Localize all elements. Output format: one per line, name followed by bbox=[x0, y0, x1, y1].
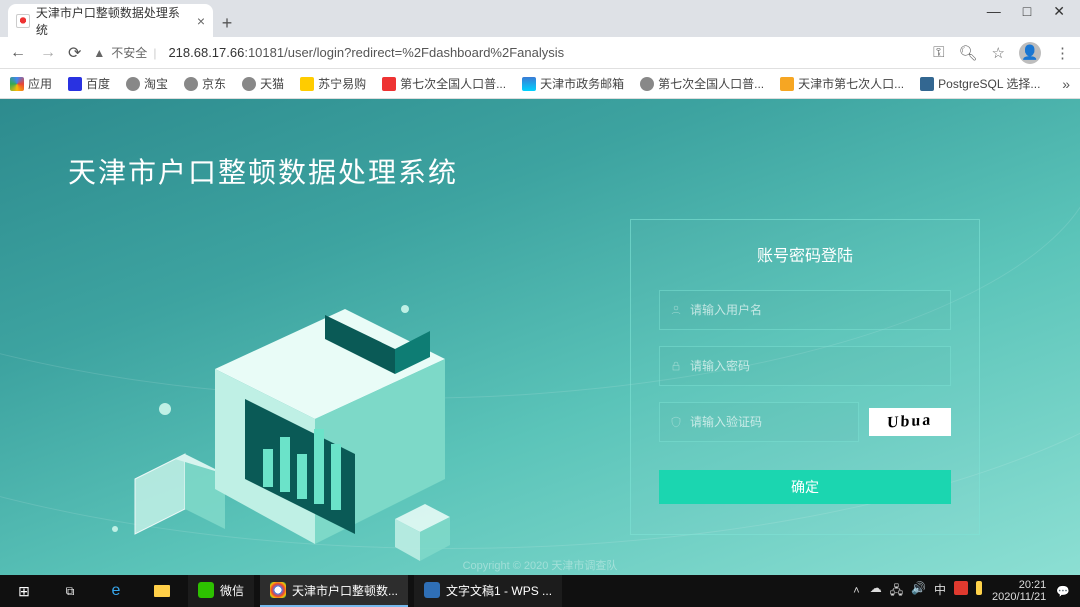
ime-indicator[interactable]: 中 bbox=[934, 581, 946, 602]
bookmark-favicon bbox=[522, 77, 536, 91]
bookmark-item[interactable]: 苏宁易购 bbox=[300, 75, 366, 92]
wps-icon bbox=[424, 582, 440, 598]
bookmark-item[interactable]: PostgreSQL 选择... bbox=[920, 75, 1040, 92]
page-content: 天津市户口整顿数据处理系统 bbox=[0, 99, 1080, 587]
task-label: 微信 bbox=[220, 582, 244, 599]
taskbar-clock[interactable]: 20:21 2020/11/21 bbox=[992, 579, 1046, 603]
page-title: 天津市户口整顿数据处理系统 bbox=[68, 151, 458, 191]
bookmark-item[interactable]: 天猫 bbox=[242, 75, 284, 92]
forward-button[interactable]: → bbox=[40, 44, 56, 62]
globe-icon bbox=[184, 77, 198, 91]
bookmarks-bar: 应用 百度 淘宝 京东 天猫 苏宁易购 第七次全国人口普... 天津市政务邮箱 … bbox=[0, 69, 1080, 99]
username-row bbox=[659, 290, 951, 330]
tray-chevron-icon[interactable]: ˄ bbox=[853, 585, 859, 597]
user-icon bbox=[670, 304, 682, 316]
volume-icon[interactable]: 🔊 bbox=[911, 581, 926, 602]
search-icon[interactable]: 🔍︎ bbox=[959, 44, 978, 62]
bookmark-item[interactable]: 第七次全国人口普... bbox=[382, 75, 506, 92]
windows-taskbar: ⊞ ⧉ e 微信 天津市户口整顿数... 文字文稿1 - WPS ... ˄ ☁… bbox=[0, 575, 1080, 607]
url-display[interactable]: 218.68.17.66:10181/user/login?redirect=%… bbox=[168, 45, 921, 60]
shield-icon bbox=[670, 416, 682, 428]
task-label: 文字文稿1 - WPS ... bbox=[446, 582, 552, 599]
tab-title: 天津市户口整顿数据处理系统 bbox=[36, 4, 191, 38]
warning-icon: ▲ bbox=[93, 46, 105, 60]
task-view-button[interactable]: ⧉ bbox=[50, 575, 90, 607]
star-icon[interactable]: ☆ bbox=[992, 44, 1005, 62]
chrome-icon bbox=[270, 582, 286, 598]
globe-icon bbox=[242, 77, 256, 91]
wechat-icon bbox=[198, 582, 214, 598]
bookmark-item[interactable]: 天津市政务邮箱 bbox=[522, 75, 624, 92]
apps-button[interactable]: 应用 bbox=[10, 75, 52, 92]
bookmark-favicon bbox=[68, 77, 82, 91]
copyright-text: Copyright © 2020 天津市调查队 bbox=[463, 557, 618, 573]
bookmark-item[interactable]: 京东 bbox=[184, 75, 226, 92]
taskbar-task[interactable]: 微信 bbox=[188, 575, 254, 607]
tab-close-icon[interactable]: × bbox=[197, 13, 205, 29]
login-panel: 账号密码登陆 Ubua 确定 bbox=[630, 219, 980, 535]
security-label: 不安全 bbox=[111, 44, 147, 61]
explorer-pinned-icon[interactable] bbox=[142, 575, 182, 607]
security-indicator[interactable]: ▲ 不安全 | bbox=[93, 44, 156, 61]
globe-icon bbox=[640, 77, 654, 91]
globe-icon bbox=[126, 77, 140, 91]
bookmark-favicon bbox=[300, 77, 314, 91]
login-header: 账号密码登陆 bbox=[659, 242, 951, 266]
profile-avatar[interactable]: 👤 bbox=[1019, 42, 1041, 64]
taskbar-task[interactable]: 天津市户口整顿数... bbox=[260, 575, 408, 607]
captcha-row bbox=[659, 402, 859, 442]
username-input[interactable] bbox=[690, 303, 940, 317]
close-window-button[interactable]: ✕ bbox=[1053, 3, 1065, 13]
edge-pinned-icon[interactable]: e bbox=[96, 575, 136, 607]
bookmark-favicon bbox=[920, 77, 934, 91]
apps-icon bbox=[10, 77, 24, 91]
bookmark-favicon bbox=[382, 77, 396, 91]
start-button[interactable]: ⊞ bbox=[4, 575, 44, 607]
network-icon[interactable]: 🖧 bbox=[890, 581, 903, 602]
new-tab-button[interactable]: + bbox=[213, 9, 241, 37]
browser-tab[interactable]: 天津市户口整顿数据处理系统 × bbox=[8, 4, 213, 37]
tray-icon[interactable] bbox=[976, 581, 982, 595]
menu-icon[interactable]: ⋮ bbox=[1055, 44, 1070, 62]
lock-icon bbox=[670, 360, 682, 372]
notifications-icon[interactable]: 💬 bbox=[1056, 585, 1070, 598]
key-icon[interactable]: ⚿ bbox=[933, 44, 944, 61]
password-row bbox=[659, 346, 951, 386]
captcha-image[interactable]: Ubua bbox=[869, 408, 951, 436]
minimize-button[interactable]: — bbox=[987, 3, 1001, 13]
captcha-input[interactable] bbox=[690, 415, 848, 429]
bookmarks-overflow[interactable]: » bbox=[1062, 76, 1070, 92]
bookmark-favicon bbox=[780, 77, 794, 91]
address-bar: ← → ⟳ ▲ 不安全 | 218.68.17.66:10181/user/lo… bbox=[0, 37, 1080, 69]
system-tray: ˄ ☁ 🖧 🔊 中 20:21 2020/11/21 💬 bbox=[853, 579, 1080, 603]
server-illustration bbox=[95, 279, 455, 569]
task-label: 天津市户口整顿数... bbox=[292, 582, 398, 599]
maximize-button[interactable]: □ bbox=[1023, 3, 1031, 13]
browser-tab-bar: 天津市户口整顿数据处理系统 × + bbox=[0, 0, 1080, 37]
submit-button[interactable]: 确定 bbox=[659, 470, 951, 504]
bookmark-item[interactable]: 淘宝 bbox=[126, 75, 168, 92]
bookmark-item[interactable]: 第七次全国人口普... bbox=[640, 75, 764, 92]
onedrive-icon[interactable]: ☁ bbox=[870, 581, 882, 602]
back-button[interactable]: ← bbox=[10, 44, 26, 62]
sogou-icon[interactable] bbox=[954, 581, 968, 595]
taskbar-task[interactable]: 文字文稿1 - WPS ... bbox=[414, 575, 562, 607]
bookmark-item[interactable]: 百度 bbox=[68, 75, 110, 92]
reload-button[interactable]: ⟳ bbox=[68, 43, 81, 63]
password-input[interactable] bbox=[690, 359, 940, 373]
bookmark-item[interactable]: 天津市第七次人口... bbox=[780, 75, 904, 92]
tab-favicon bbox=[16, 14, 30, 28]
